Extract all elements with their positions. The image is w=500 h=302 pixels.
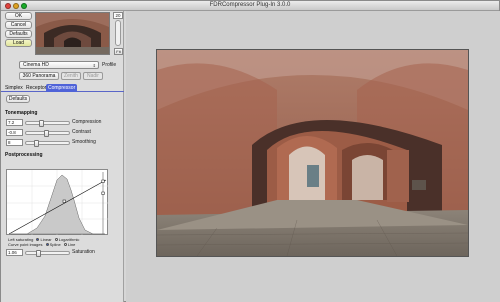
- navigator-thumbnail[interactable]: [35, 12, 110, 55]
- tone-curve-editor[interactable]: [6, 169, 109, 236]
- profile-label: Profile: [102, 62, 117, 68]
- tab-receptor[interactable]: Receptor: [24, 84, 48, 92]
- curve-graph: [7, 170, 109, 236]
- title-bar: FDRCompressor Plug-In 3.0.0: [1, 1, 499, 11]
- curve-type-row: Curve point images Spline Line: [8, 242, 75, 247]
- saturation-label: Saturation: [72, 249, 95, 255]
- ok-button[interactable]: OK: [5, 12, 32, 20]
- compressor-defaults-button[interactable]: Defaults: [6, 95, 30, 103]
- slider-knob[interactable]: [36, 250, 41, 257]
- tab-bar: Simplex Receptor Compressor: [1, 83, 124, 92]
- profile-selected: Cinema HD: [23, 62, 49, 68]
- load-button[interactable]: Load: [5, 39, 32, 47]
- zoom-control: 20 Fit: [113, 12, 123, 55]
- tab-simplex[interactable]: Simplex: [3, 84, 25, 92]
- curve-point-label: Curve point images: [8, 242, 43, 247]
- contrast-value[interactable]: -0.8: [6, 129, 23, 136]
- tonemapping-heading: Tonemapping: [5, 110, 38, 116]
- plugin-window: FDRCompressor Plug-In 3.0.0 OK Cancel De…: [0, 0, 500, 302]
- slider-knob[interactable]: [39, 120, 44, 127]
- curve-point: [101, 179, 105, 183]
- preview-area: [126, 11, 500, 302]
- line-label: Line: [67, 242, 76, 247]
- smoothing-label: Smoothing: [72, 139, 96, 145]
- compression-slider[interactable]: [25, 120, 70, 127]
- zoom-value[interactable]: 20: [113, 12, 123, 19]
- logarithmic-radio[interactable]: [54, 238, 58, 242]
- tab-compressor[interactable]: Compressor: [46, 84, 78, 92]
- zoom-fit-button[interactable]: Fit: [114, 48, 123, 55]
- window-title: FDRCompressor Plug-In 3.0.0: [209, 2, 291, 8]
- saturation-value[interactable]: 1.06: [6, 249, 23, 256]
- contrast-label: Contrast: [72, 129, 91, 135]
- line-radio[interactable]: [63, 243, 67, 247]
- select-arrows-icon: ⇕: [92, 63, 96, 68]
- spline-label: Spline: [49, 242, 61, 247]
- postprocessing-heading: Postprocessing: [5, 152, 43, 158]
- curve-point: [101, 191, 105, 195]
- nadir-button[interactable]: Nadir: [83, 72, 103, 80]
- smoothing-slider[interactable]: [25, 140, 70, 147]
- thumbnail-image: [36, 13, 109, 54]
- defaults-button[interactable]: Defaults: [5, 30, 32, 38]
- compression-label: Compression: [72, 119, 102, 125]
- compression-value[interactable]: 7.2: [6, 119, 23, 126]
- contrast-slider[interactable]: [25, 130, 70, 137]
- slider-knob[interactable]: [34, 140, 39, 147]
- zenith-button[interactable]: Zenith: [61, 72, 81, 80]
- cancel-button[interactable]: Cancel: [5, 21, 32, 29]
- profile-select[interactable]: Cinema HD ⇕: [19, 61, 99, 69]
- panorama-button[interactable]: 360 Panorama: [19, 72, 59, 80]
- preview-image[interactable]: [156, 49, 469, 257]
- curve-point: [62, 199, 66, 203]
- brick-vault-photo: [157, 50, 468, 256]
- smoothing-value[interactable]: 8: [6, 139, 23, 146]
- control-panel: OK Cancel Defaults Load 20 Fit Cinema HD…: [1, 11, 124, 302]
- spline-radio[interactable]: [45, 243, 49, 247]
- slider-knob[interactable]: [44, 130, 49, 137]
- zoom-slider[interactable]: [115, 20, 121, 46]
- saturation-slider[interactable]: [25, 250, 70, 257]
